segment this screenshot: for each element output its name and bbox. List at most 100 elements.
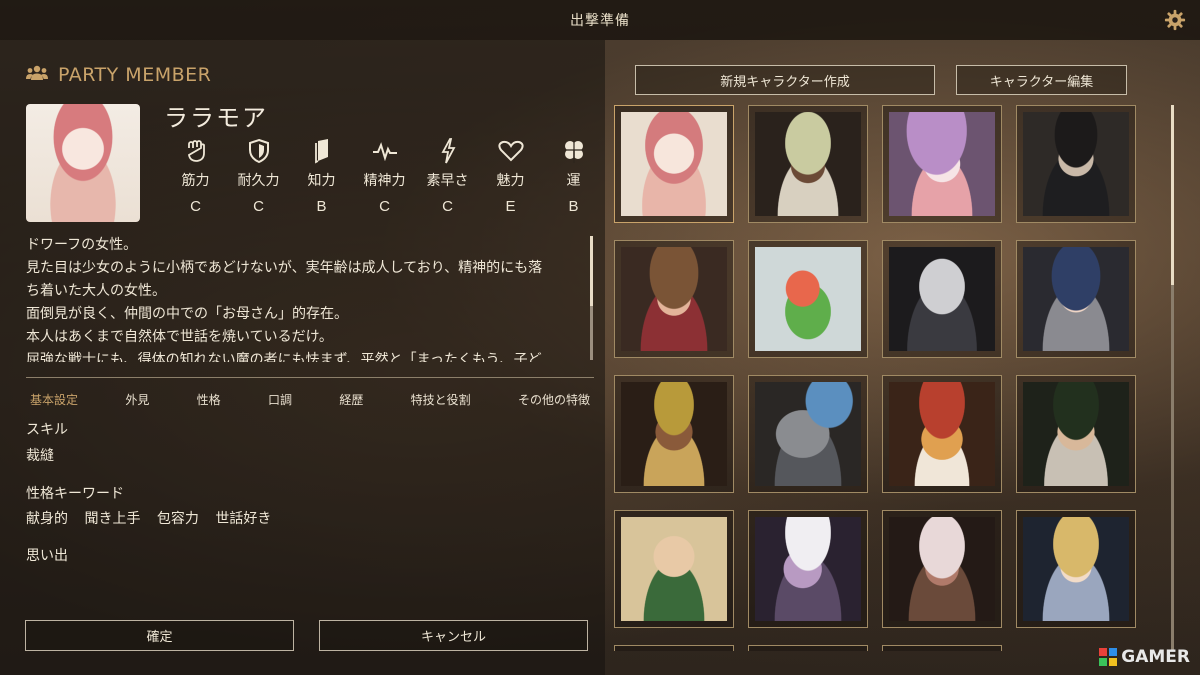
description-line: ち着いた大人の女性。 <box>26 283 166 299</box>
stat-agility: 素早さ C <box>416 136 479 215</box>
edit-character-button[interactable]: キャラクター編集 <box>956 65 1127 95</box>
confirm-button[interactable]: 確定 <box>25 620 294 651</box>
stat-name: 素早さ <box>426 173 469 189</box>
character-grid-scroll-thumb[interactable] <box>1171 105 1174 285</box>
character-portrait <box>621 112 727 216</box>
logo-mark-icon <box>1099 648 1118 666</box>
party-icon <box>26 65 48 85</box>
tab-other-traits[interactable]: その他の特徴 <box>518 391 590 408</box>
character-portrait <box>889 112 995 216</box>
gamer-logo: GAMER <box>1099 647 1190 667</box>
skill-label: スキル <box>26 422 68 438</box>
cancel-button[interactable]: キャンセル <box>319 620 588 651</box>
character-tile[interactable] <box>614 510 734 628</box>
character-portrait <box>621 382 727 486</box>
character-portrait <box>1023 112 1129 216</box>
memory-label: 思い出 <box>26 548 68 564</box>
character-tile[interactable] <box>614 105 734 223</box>
description-line: 見た目は少女のように小柄であどけないが、実年齢は成人しており、精神的にも落 <box>26 260 543 276</box>
description-scroll-thumb[interactable] <box>590 236 593 306</box>
character-tile[interactable] <box>614 645 734 651</box>
character-tile[interactable] <box>882 375 1002 493</box>
character-tile[interactable] <box>882 240 1002 358</box>
divider <box>26 377 594 378</box>
clover-icon <box>542 136 605 166</box>
stat-name: 精神力 <box>363 173 406 189</box>
title-bar: 出撃準備 <box>0 0 1200 40</box>
keyword: 世話好き <box>215 511 272 527</box>
keyword: 聞き上手 <box>84 511 141 527</box>
detail-tabs: 基本設定 外見 性格 口調 経歴 特技と役割 その他の特徴 <box>30 391 590 408</box>
character-portrait <box>755 247 861 351</box>
tab-history[interactable]: 経歴 <box>339 391 363 408</box>
character-tile[interactable] <box>748 375 868 493</box>
character-tile[interactable] <box>748 510 868 628</box>
stat-charm: 魅力 E <box>479 136 542 215</box>
character-tile[interactable] <box>882 645 1002 651</box>
party-header-label: PARTY MEMBER <box>58 64 212 86</box>
character-portrait <box>755 517 861 621</box>
character-portrait <box>621 247 727 351</box>
character-portrait <box>1023 517 1129 621</box>
stat-grade: C <box>253 198 264 215</box>
book-icon <box>290 136 353 166</box>
gear-icon[interactable] <box>1164 9 1186 31</box>
party-header: PARTY MEMBER <box>26 64 211 86</box>
shield-icon <box>227 136 290 166</box>
character-tile[interactable] <box>1016 375 1136 493</box>
character-portrait <box>755 112 861 216</box>
character-tile[interactable] <box>882 105 1002 223</box>
stat-grade: E <box>505 198 516 215</box>
party-member-panel: PARTY MEMBER ララモア 筋力 C 耐久力 C 知力 B 精神力 C … <box>0 40 605 675</box>
character-tile[interactable] <box>748 105 868 223</box>
description-scrollbar[interactable] <box>590 236 593 360</box>
character-portrait <box>889 382 995 486</box>
character-portrait <box>621 517 727 621</box>
character-tile[interactable] <box>1016 510 1136 628</box>
stat-mind: 精神力 C <box>353 136 416 215</box>
character-portrait <box>755 382 861 486</box>
heart-icon <box>479 136 542 166</box>
stat-name: 魅力 <box>496 173 525 189</box>
character-grid-scrollbar[interactable] <box>1171 105 1174 650</box>
character-tile[interactable] <box>1016 105 1136 223</box>
keyword: 包容力 <box>156 511 199 527</box>
description-line: 面倒見が良く、仲間の中での「お母さん」的存在。 <box>26 306 348 322</box>
character-name: ララモア <box>164 104 268 132</box>
keyword-label: 性格キーワード <box>26 486 124 502</box>
tab-skills-role[interactable]: 特技と役割 <box>411 391 471 408</box>
stat-name: 耐久力 <box>237 173 280 189</box>
stat-endurance: 耐久力 C <box>227 136 290 215</box>
tab-appearance[interactable]: 外見 <box>125 391 149 408</box>
fist-icon <box>164 136 227 166</box>
new-character-button[interactable]: 新規キャラクター作成 <box>635 65 935 95</box>
keyword-list: 献身的 聞き上手 包容力 世話好き <box>26 508 283 528</box>
selected-character-portrait <box>26 104 140 222</box>
character-tile[interactable] <box>614 375 734 493</box>
stats-row: 筋力 C 耐久力 C 知力 B 精神力 C 素早さ C 魅力 E 運 B <box>164 136 605 215</box>
stat-intelligence: 知力 B <box>290 136 353 215</box>
stat-name: 筋力 <box>181 173 210 189</box>
stat-luck: 運 B <box>542 136 605 215</box>
stat-strength: 筋力 C <box>164 136 227 215</box>
keyword: 献身的 <box>26 511 68 527</box>
stat-grade: C <box>379 198 390 215</box>
character-tile[interactable] <box>748 645 868 651</box>
character-portrait <box>889 517 995 621</box>
character-tile[interactable] <box>882 510 1002 628</box>
character-portrait <box>889 247 995 351</box>
tab-personality[interactable]: 性格 <box>197 391 221 408</box>
logo-text: GAMER <box>1121 647 1190 667</box>
tab-basic[interactable]: 基本設定 <box>30 391 78 408</box>
description-line: 本人はあくまで自然体で世話を焼いているだけ。 <box>26 329 333 345</box>
character-description[interactable]: ドワーフの女性。 見た目は少女のように小柄であどけないが、実年齢は成人しており、… <box>26 234 586 362</box>
stat-grade: C <box>190 198 201 215</box>
character-portrait <box>1023 382 1129 486</box>
character-tile[interactable] <box>748 240 868 358</box>
character-tile[interactable] <box>1016 240 1136 358</box>
lightning-icon <box>416 136 479 166</box>
stat-grade: C <box>442 198 453 215</box>
skill-value: 裁縫 <box>26 448 54 464</box>
character-tile[interactable] <box>614 240 734 358</box>
tab-speech[interactable]: 口調 <box>268 391 292 408</box>
